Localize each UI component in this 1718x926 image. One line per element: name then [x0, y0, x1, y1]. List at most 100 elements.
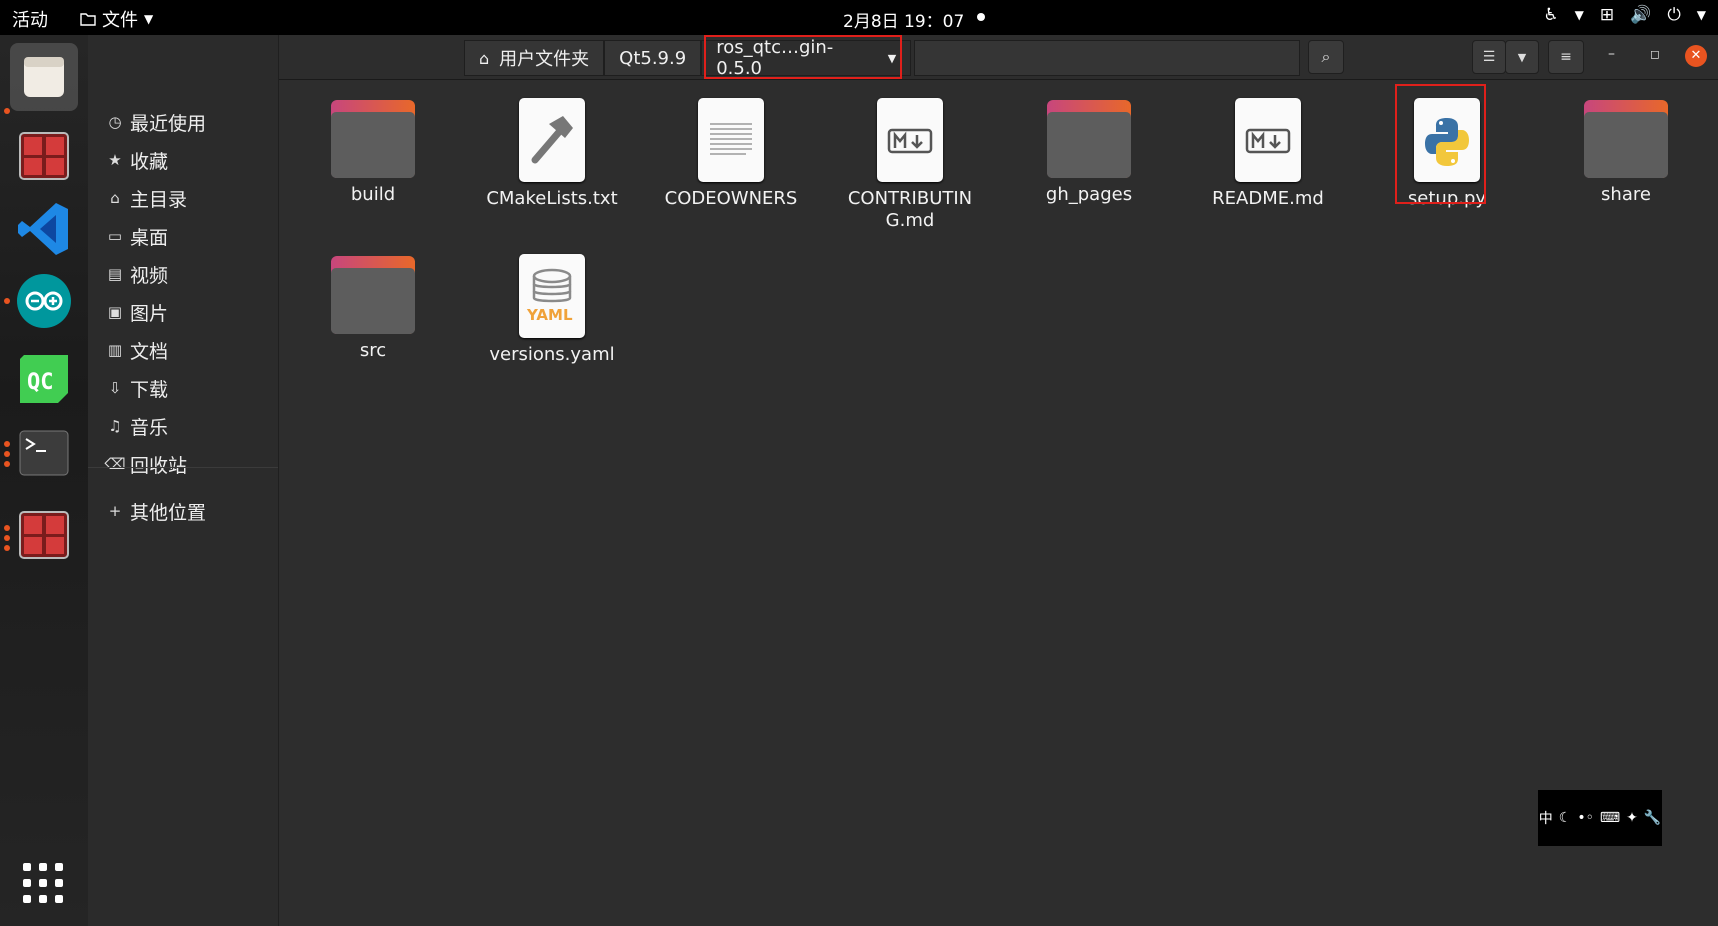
view-options-button[interactable]: ▼	[1505, 40, 1539, 74]
qtcreator-icon: QC	[20, 355, 68, 403]
volume-icon[interactable]: 🔊	[1630, 5, 1651, 25]
svg-text:YAML: YAML	[526, 306, 573, 324]
arduino-icon	[17, 274, 71, 328]
file-name: gh_pages	[1045, 184, 1133, 205]
file-item-cmakelists[interactable]: CMakeLists.txt	[472, 92, 632, 210]
video-icon: ▤	[107, 265, 123, 283]
star-icon: ★	[108, 151, 122, 169]
sidebar-item-other-locations[interactable]: + 其他位置	[88, 493, 278, 529]
sidebar-item-home[interactable]: ⌂ 主目录	[88, 180, 278, 216]
plus-icon: +	[108, 502, 122, 520]
network-icon[interactable]: ⊞	[1600, 5, 1614, 25]
folder-icon	[80, 13, 96, 26]
terminal-launcher[interactable]	[10, 419, 78, 487]
running-indicator	[4, 108, 10, 114]
places-sidebar: ◷ 最近使用 ★ 收藏 ⌂ 主目录 ▭ 桌面 ▤ 视频 ▣ 图片 ▥ 文档 ⇩ 下载 ♫ 音乐 ⌫…	[88, 35, 279, 926]
power-icon[interactable]: ⏻	[1667, 5, 1680, 25]
ime-mode-label: 中	[1538, 811, 1553, 827]
file-item-build[interactable]: build	[293, 92, 453, 206]
maximize-button[interactable]: ◻	[1650, 47, 1660, 61]
accessibility-icon[interactable]: ♿	[1543, 5, 1558, 25]
files-app-menu[interactable]: 文件 ▼	[80, 6, 153, 32]
file-view[interactable]: build CMakeLists.txt CODEOWNERS CONTRIBU…	[279, 80, 1718, 926]
sidebar-item-label: 音乐	[130, 416, 169, 439]
download-icon: ⇩	[108, 379, 122, 397]
breadcrumb-label: Qt5.9.9	[619, 47, 687, 69]
sidebar-item-desktop[interactable]: ▭ 桌面	[88, 218, 278, 254]
sidebar-item-label: 最近使用	[130, 112, 207, 135]
show-applications-icon[interactable]	[23, 863, 63, 903]
file-name: README.md	[1212, 188, 1324, 209]
folder-icon	[331, 256, 415, 334]
sidebar-item-starred[interactable]: ★ 收藏	[88, 142, 278, 178]
system-tray[interactable]: ♿ ▼ ⊞ 🔊 ⏻ ▼	[1543, 5, 1706, 25]
dock: QC	[0, 35, 88, 926]
sidebar-item-label: 桌面	[130, 226, 169, 249]
vscode-launcher[interactable]	[10, 195, 78, 263]
file-item-versions-yaml[interactable]: YAML versions.yaml	[472, 248, 632, 366]
wrench-icon: 🔧	[1643, 810, 1662, 826]
terminator-icon	[19, 132, 69, 180]
notification-dot	[977, 13, 985, 21]
trash-icon: ⌫	[104, 455, 126, 473]
sidebar-item-trash[interactable]: ⌫ 回收站	[88, 446, 278, 482]
breadcrumb-qt[interactable]: Qt5.9.9	[604, 40, 702, 76]
terminator-launcher[interactable]	[10, 123, 78, 191]
sidebar-item-label: 主目录	[130, 188, 188, 211]
sidebar-item-label: 收藏	[130, 150, 169, 173]
file-item-codeowners[interactable]: CODEOWNERS	[651, 92, 811, 210]
file-item-contributing[interactable]: CONTRIBUTING.md	[830, 92, 990, 232]
activities-button[interactable]: 活动	[12, 6, 48, 32]
list-view-button[interactable]: ☰	[1472, 40, 1506, 74]
markdown-icon	[1235, 98, 1301, 182]
file-item-src[interactable]: src	[293, 248, 453, 362]
markdown-icon	[877, 98, 943, 182]
sidebar-item-pictures[interactable]: ▣ 图片	[88, 294, 278, 330]
input-method-panel[interactable]: 中 ☾ •◦ ⌨ ✦ 🔧	[1538, 790, 1662, 846]
file-item-share[interactable]: share	[1546, 92, 1706, 206]
document-icon: ▥	[107, 341, 123, 359]
main-menu-button[interactable]: ≡	[1548, 40, 1584, 74]
files-app-icon	[24, 57, 64, 97]
folder-icon	[1584, 100, 1668, 178]
top-bar: 活动 文件 ▼ 2月8日 19：07 ♿ ▼ ⊞ 🔊 ⏻ ▼	[0, 0, 1718, 35]
sidebar-divider	[88, 467, 278, 468]
highlight-box-setup-py	[1395, 84, 1486, 204]
file-item-gh-pages[interactable]: gh_pages	[1009, 92, 1169, 206]
home-icon: ⌂	[479, 48, 490, 68]
search-button[interactable]: ⌕	[1308, 40, 1344, 74]
close-button[interactable]: ✕	[1685, 45, 1707, 67]
arduino-launcher[interactable]	[10, 267, 78, 335]
terminator-launcher[interactable]	[10, 502, 78, 570]
sidebar-item-documents[interactable]: ▥ 文档	[88, 332, 278, 368]
path-bar-fill	[914, 40, 1300, 76]
cmake-hammer-icon	[519, 98, 585, 182]
search-icon: ⌕	[1321, 47, 1331, 66]
sidebar-item-recent[interactable]: ◷ 最近使用	[88, 104, 278, 140]
chevron-down-icon[interactable]: ▼	[1697, 8, 1706, 22]
chevron-down-icon: ▼	[144, 12, 154, 26]
yaml-icon: YAML	[519, 254, 585, 338]
clock[interactable]: 2月8日 19：07	[843, 7, 964, 32]
sidebar-item-videos[interactable]: ▤ 视频	[88, 256, 278, 292]
file-item-readme[interactable]: README.md	[1188, 92, 1348, 210]
file-name: src	[359, 340, 387, 361]
terminator-icon	[19, 511, 69, 559]
highlight-box-breadcrumb	[704, 35, 902, 79]
vscode-icon	[18, 203, 68, 255]
sidebar-item-music[interactable]: ♫ 音乐	[88, 408, 278, 444]
hamburger-icon: ≡	[1560, 49, 1572, 65]
punctuation-icon: •◦	[1577, 810, 1594, 826]
file-name: CONTRIBUTING.md	[847, 188, 973, 231]
breadcrumb-home[interactable]: ⌂ 用户文件夹	[464, 40, 605, 76]
qtcreator-launcher[interactable]: QC	[10, 345, 78, 413]
folder-icon	[331, 100, 415, 178]
chevron-down-icon[interactable]: ▼	[1575, 8, 1584, 22]
terminal-icon	[19, 430, 69, 476]
sidebar-item-label: 文档	[130, 340, 169, 363]
sidebar-item-label: 视频	[130, 264, 169, 287]
files-app-launcher[interactable]	[10, 43, 78, 111]
sidebar-item-downloads[interactable]: ⇩ 下载	[88, 370, 278, 406]
file-name: build	[350, 184, 396, 205]
minimize-button[interactable]: –	[1608, 46, 1615, 62]
